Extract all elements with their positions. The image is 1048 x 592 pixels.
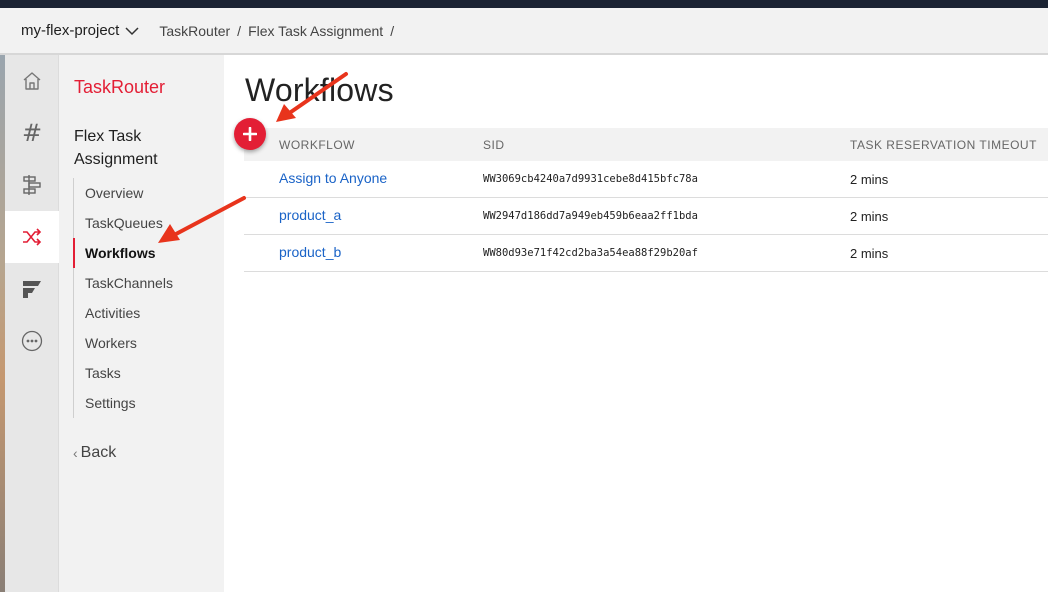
rail-routing[interactable]	[5, 159, 59, 211]
workspace-name: Flex Task Assignment	[74, 128, 158, 168]
rail-hash[interactable]: #	[5, 107, 59, 159]
project-selector[interactable]: my-flex-project	[21, 22, 139, 39]
breadcrumb-separator: /	[390, 22, 395, 39]
back-label: Back	[80, 444, 117, 461]
subnav-item-overview[interactable]: Overview	[74, 178, 213, 208]
rail-home[interactable]	[5, 55, 59, 107]
console-header: my-flex-project TaskRouter / Flex Task A…	[0, 8, 1048, 55]
subnav-item-taskqueues[interactable]: TaskQueues	[74, 208, 213, 238]
workflow-cell: product_b	[244, 244, 448, 262]
breadcrumb-flex-task-assignment[interactable]: Flex Task Assignment	[248, 23, 383, 39]
table-header: WORKFLOW SID TASK RESERVATION TIMEOUT	[244, 128, 1048, 161]
workflows-table: WORKFLOW SID TASK RESERVATION TIMEOUT As…	[244, 128, 1048, 272]
subnav-title[interactable]: TaskRouter	[74, 77, 165, 98]
subnav-item-workflows[interactable]: Workflows	[73, 238, 213, 268]
table-row: product_a WW2947d186dd7a949eb459b6eaa2ff…	[244, 198, 1048, 235]
table-row: product_b WW80d93e71f42cd2ba3a54ea88f29b…	[244, 235, 1048, 272]
workflow-cell: Assign to Anyone	[244, 170, 448, 188]
project-name: my-flex-project	[21, 22, 120, 39]
column-header-workflow: WORKFLOW	[279, 137, 355, 152]
column-header-sid: SID	[483, 137, 505, 152]
workflow-cell: product_a	[244, 207, 448, 225]
sid-cell: WW2947d186dd7a949eb459b6eaa2ff1bda	[483, 210, 698, 222]
timeout-cell: 2 mins	[850, 245, 889, 261]
routing-icon	[23, 175, 41, 195]
subnav-item-activities[interactable]: Activities	[74, 298, 213, 328]
workflow-link[interactable]: product_b	[279, 244, 341, 260]
more-icon	[21, 330, 43, 352]
add-workflow-button[interactable]	[234, 118, 266, 150]
rail-taskrouter[interactable]	[5, 211, 59, 263]
chevron-down-icon	[125, 26, 139, 35]
home-icon	[23, 72, 41, 90]
plus-icon	[243, 127, 257, 141]
sid-cell: WW80d93e71f42cd2ba3a54ea88f29b20af	[483, 247, 698, 259]
rail-flex[interactable]	[5, 263, 59, 315]
sid-cell: WW3069cb4240a7d9931cebe8d415bfc78a	[483, 173, 698, 185]
hash-icon: #	[21, 119, 43, 147]
workflow-link[interactable]: product_a	[279, 207, 341, 223]
subnav-list: Overview TaskQueues Workflows TaskChanne…	[73, 178, 213, 418]
page-title: Workflows	[245, 72, 394, 108]
subnav-item-workers[interactable]: Workers	[74, 328, 213, 358]
chevron-left-icon: ‹	[73, 445, 78, 461]
breadcrumb-taskrouter[interactable]: TaskRouter	[159, 23, 230, 39]
timeout-cell: 2 mins	[850, 171, 889, 187]
table-row: Assign to Anyone WW3069cb4240a7d9931cebe…	[244, 161, 1048, 198]
window-top-strip	[0, 0, 1048, 8]
workflow-link[interactable]: Assign to Anyone	[279, 170, 387, 186]
icon-rail: #	[5, 55, 59, 592]
subnav-item-taskchannels[interactable]: TaskChannels	[74, 268, 213, 298]
breadcrumb-separator: /	[237, 22, 242, 39]
subnav-item-tasks[interactable]: Tasks	[74, 358, 213, 388]
timeout-cell: 2 mins	[850, 208, 889, 224]
shuffle-icon	[23, 228, 42, 246]
back-link[interactable]: ‹ Back	[73, 444, 116, 462]
column-header-timeout: TASK RESERVATION TIMEOUT	[850, 137, 1037, 152]
taskrouter-subnav: TaskRouter Flex Task Assignment Overview…	[59, 55, 224, 592]
flex-logo-icon	[23, 281, 41, 298]
subnav-item-settings[interactable]: Settings	[74, 388, 213, 418]
rail-more[interactable]	[5, 315, 59, 367]
